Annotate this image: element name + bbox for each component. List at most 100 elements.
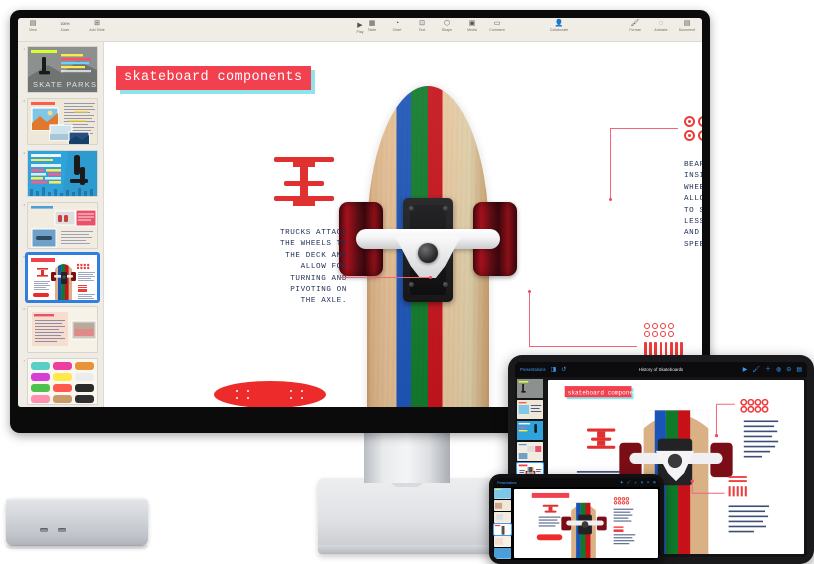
sidebar-icon[interactable]: ◨ <box>551 367 557 373</box>
media-icon: ▣ <box>468 20 476 27</box>
callout-text-bearings[interactable]: BEARINGS FIT INSIDE THE WHEELS AND ALLOW… <box>684 160 702 251</box>
collaborate-icon[interactable]: ◍ <box>776 367 781 373</box>
insert-text-button[interactable]: ⊡ Text <box>413 20 431 33</box>
undo-icon[interactable]: ↺ <box>561 367 566 373</box>
iphone-slide-navigator[interactable] <box>493 487 512 560</box>
leader-line-screws-v <box>529 292 530 347</box>
callout-text-trucks[interactable]: TRUCKS ATTACH THE WHEELS TO THE DECK AND… <box>222 228 347 308</box>
trucks-graphic-icon <box>274 157 334 219</box>
chart-label: Chart <box>392 28 402 32</box>
table-icon: ▦ <box>368 20 376 27</box>
more-icon[interactable]: ⊖ <box>647 480 650 485</box>
toolbar-left-group: ▤ View 100% Zoom ⊞ Add Slide <box>18 18 106 33</box>
toolbar-right-group: 🖌 Format ◌ Animate ▤ Document <box>626 20 696 33</box>
format-icon[interactable]: 🖌 <box>627 480 631 485</box>
insert-icon[interactable]: ＋ <box>765 367 771 373</box>
insert-icon[interactable]: ＋ <box>634 480 637 485</box>
table-label: Table <box>367 28 377 32</box>
slide-number: 5 <box>23 255 25 259</box>
ipad-back-button[interactable]: Presentations <box>520 367 546 372</box>
iphone-slide-canvas[interactable] <box>514 489 658 558</box>
collaborate-icon[interactable]: ◍ <box>641 480 644 485</box>
slide-thumbnail-row[interactable]: 3 <box>21 150 98 197</box>
iphone-body <box>493 487 660 560</box>
skateboard-illustration[interactable] <box>333 86 523 407</box>
insert-chart-button[interactable]: ◔ Chart <box>388 20 406 33</box>
iphone-toolbar: Presentations ▶ 🖌 ＋ ◍ ⊖ ▤ <box>493 478 660 487</box>
mounting-bolt <box>409 282 414 287</box>
slide-thumbnail-row[interactable]: 5 <box>21 252 100 303</box>
more-icon[interactable]: ⊖ <box>786 367 791 373</box>
ipad-slide-thumbnail-4[interactable] <box>517 442 543 461</box>
svg-text:SKATE PARKS: SKATE PARKS <box>33 80 97 89</box>
iphone-slide-thumbnail-5[interactable] <box>494 536 511 547</box>
iphone-slide-thumbnail-2[interactable] <box>494 500 511 511</box>
shape-icon: ⬡ <box>443 20 451 27</box>
slide-thumbnail-row[interactable]: 7 <box>21 358 98 405</box>
ipad-slide-thumbnail-1[interactable] <box>517 379 543 398</box>
ipad-document-title: History of Skateboards <box>638 367 684 372</box>
insert-table-button[interactable]: ▦ Table <box>363 20 381 33</box>
slide-thumbnail-6[interactable] <box>27 306 98 353</box>
add-slide-label: Add Slide <box>89 28 105 32</box>
slide-title[interactable]: skateboard components <box>116 66 311 90</box>
animate-button[interactable]: ◌ Animate <box>652 20 670 33</box>
slide-navigator[interactable]: 1 SKATE PARKS 2 3 4 5 6 7 <box>18 42 104 407</box>
format-icon[interactable]: 🖌 <box>752 367 760 373</box>
add-slide-button[interactable]: ⊞ Add Slide <box>88 20 106 33</box>
animate-label: Animate <box>654 28 668 32</box>
slide-number: 4 <box>23 203 25 207</box>
play-icon[interactable]: ▶ <box>743 367 748 373</box>
document-icon: ▤ <box>683 20 691 27</box>
slide-5-content: skateboard components TRUCKS ATTACH THE … <box>104 42 702 407</box>
slide-thumbnail-1[interactable]: SKATE PARKS <box>27 46 98 93</box>
iphone-slide-thumbnail-4-selected[interactable] <box>493 523 512 536</box>
mac-studio-foot <box>6 545 148 549</box>
collaborate-button[interactable]: 👤 Collaborate <box>546 20 572 33</box>
slide-thumbnail-4[interactable] <box>27 202 98 249</box>
format-button[interactable]: 🖌 Format <box>626 20 644 33</box>
bearings-graphic-icon <box>684 116 702 141</box>
leader-dot-trucks <box>429 275 432 279</box>
media-label: Media <box>467 28 477 32</box>
iphone-slide-thumbnail-3[interactable] <box>494 512 511 523</box>
slide-thumbnail-5-selected[interactable] <box>25 252 100 303</box>
document-icon[interactable]: ▤ <box>653 480 656 485</box>
insert-shape-button[interactable]: ⬡ Shape <box>438 20 456 33</box>
insert-media-button[interactable]: ▣ Media <box>463 20 481 33</box>
zoom-control[interactable]: 100% Zoom <box>52 20 78 33</box>
keynote-body: 1 SKATE PARKS 2 3 4 5 6 7 skateboard com… <box>18 42 702 407</box>
slide-thumbnail-7[interactable] <box>27 358 98 405</box>
iphone-back-button[interactable]: Presentations <box>497 481 517 485</box>
play-icon: ▶ <box>357 22 363 29</box>
view-button-label: View <box>29 28 37 32</box>
slide-title-container[interactable]: skateboard components <box>116 66 315 94</box>
slide-thumbnail-2[interactable] <box>27 98 98 145</box>
slide-thumbnail-row[interactable]: 2 <box>21 98 98 145</box>
iphone-slide-thumbnail-6[interactable] <box>494 548 511 559</box>
document-icon[interactable]: ▤ <box>796 367 802 373</box>
view-icon: ▤ <box>29 20 37 27</box>
slide-canvas[interactable]: skateboard components TRUCKS ATTACH THE … <box>104 42 702 407</box>
format-icon: 🖌 <box>630 20 640 27</box>
keynote-toolbar: ▤ View 100% Zoom ⊞ Add Slide ▶ Play ▦ Ta… <box>18 18 702 42</box>
slide-thumbnail-row[interactable]: 1 SKATE PARKS <box>21 46 98 93</box>
ipad-toolbar-left: Presentations ◨ ↺ <box>520 367 566 373</box>
leader-dot-screws <box>527 290 531 293</box>
mac-studio-device <box>6 498 148 549</box>
mounting-bolt <box>443 282 448 287</box>
document-button[interactable]: ▤ Document <box>678 20 696 33</box>
view-button[interactable]: ▤ View <box>24 20 42 33</box>
ipad-slide-thumbnail-3[interactable] <box>517 421 543 440</box>
slide-thumbnail-row[interactable]: 6 <box>21 306 98 353</box>
play-icon[interactable]: ▶ <box>621 480 623 485</box>
truck-kingpin <box>418 243 438 263</box>
svg-text:skateboard components: skateboard components <box>568 390 645 397</box>
insert-comment-button[interactable]: ▭ Comment <box>488 20 506 33</box>
iphone-slide-thumbnail-1[interactable] <box>494 488 511 499</box>
comment-label: Comment <box>489 28 505 32</box>
iphone-screen: Presentations ▶ 🖌 ＋ ◍ ⊖ ▤ <box>493 478 660 560</box>
slide-thumbnail-3[interactable] <box>27 150 98 197</box>
ipad-slide-thumbnail-2[interactable] <box>517 400 543 419</box>
slide-thumbnail-row[interactable]: 4 <box>21 202 98 249</box>
